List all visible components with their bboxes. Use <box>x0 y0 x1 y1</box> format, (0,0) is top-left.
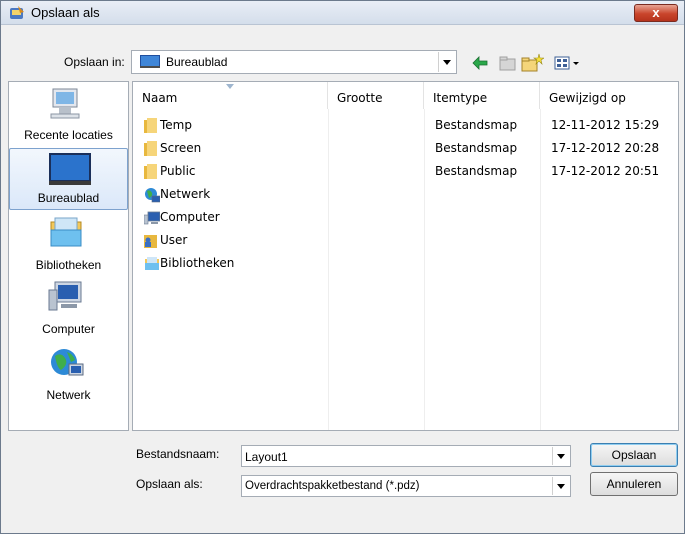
view-menu-icon[interactable] <box>553 53 585 73</box>
list-item[interactable]: User <box>133 230 680 253</box>
close-button[interactable]: x <box>634 4 678 22</box>
lookin-value: Bureaublad <box>166 55 228 69</box>
column-header-type[interactable]: Itemtype <box>424 82 540 109</box>
title-bar[interactable]: Opslaan als x <box>1 1 684 25</box>
list-item[interactable]: Bibliotheken <box>133 253 680 276</box>
sort-arrow-icon <box>226 84 234 89</box>
chevron-down-icon[interactable] <box>552 447 569 465</box>
list-item[interactable]: Screen Bestandsmap 17-12-2012 20:28 <box>133 138 680 161</box>
place-desktop[interactable]: Bureaublad <box>9 148 128 210</box>
user-folder-icon <box>144 235 157 248</box>
folder-icon <box>144 164 157 179</box>
cancel-button[interactable]: Annuleren <box>590 472 678 496</box>
file-list[interactable]: Naam Grootte Itemtype Gewijzigd op Temp … <box>132 81 679 431</box>
place-label: Netwerk <box>46 388 91 402</box>
up-folder-icon[interactable] <box>498 53 518 73</box>
desktop-icon <box>140 55 160 68</box>
place-label: Bibliotheken <box>35 258 102 272</box>
window-title: Opslaan als <box>31 5 100 20</box>
list-item[interactable]: Public Bestandsmap 17-12-2012 20:51 <box>133 161 680 184</box>
column-header-name[interactable]: Naam <box>133 82 328 109</box>
place-label: Recente locaties <box>24 128 113 142</box>
list-item[interactable]: Temp Bestandsmap 12-11-2012 15:29 <box>133 115 680 138</box>
place-libraries[interactable]: Bibliotheken <box>9 214 128 276</box>
filetype-value: Overdrachtspakketbestand (*.pdz) <box>245 480 420 492</box>
filetype-dropdown[interactable]: Overdrachtspakketbestand (*.pdz) <box>241 475 571 497</box>
places-bar: Recente locaties Bureaublad Bibliotheken <box>8 81 129 431</box>
folder-icon <box>144 118 157 133</box>
column-header-date[interactable]: Gewijzigd op <box>540 82 678 109</box>
lookin-label: Opslaan in: <box>64 55 125 69</box>
libraries-icon <box>50 217 82 247</box>
libraries-icon <box>145 257 159 270</box>
filename-field[interactable]: Layout1 <box>241 445 571 467</box>
place-label: Bureaublad <box>37 191 100 205</box>
save-as-dialog: Opslaan als x Opslaan in: Bureaublad Rec… <box>0 0 685 534</box>
back-arrow-icon[interactable] <box>470 53 490 73</box>
list-item[interactable]: Netwerk <box>133 184 680 207</box>
network-icon <box>145 188 160 203</box>
list-item[interactable]: Computer <box>133 207 680 230</box>
desktop-icon <box>49 153 91 185</box>
lookin-dropdown[interactable]: Bureaublad <box>131 50 457 74</box>
save-dialog-icon <box>10 6 24 19</box>
chevron-down-icon[interactable] <box>552 477 569 495</box>
place-computer[interactable]: Computer <box>9 278 128 340</box>
column-header-size[interactable]: Grootte <box>328 82 424 109</box>
filetype-label: Opslaan als: <box>136 477 203 491</box>
network-icon <box>51 349 84 376</box>
filename-value[interactable]: Layout1 <box>245 450 288 464</box>
recent-locations-icon <box>50 88 80 119</box>
place-network[interactable]: Netwerk <box>9 344 128 406</box>
place-label: Computer <box>42 322 95 336</box>
computer-icon <box>144 211 160 225</box>
place-recent-locations[interactable]: Recente locaties <box>9 84 128 146</box>
computer-icon <box>48 281 82 311</box>
new-folder-icon[interactable] <box>520 53 544 73</box>
save-button[interactable]: Opslaan <box>590 443 678 467</box>
filename-label: Bestandsnaam: <box>136 447 220 461</box>
chevron-down-icon[interactable] <box>438 52 455 72</box>
folder-icon <box>144 141 157 156</box>
